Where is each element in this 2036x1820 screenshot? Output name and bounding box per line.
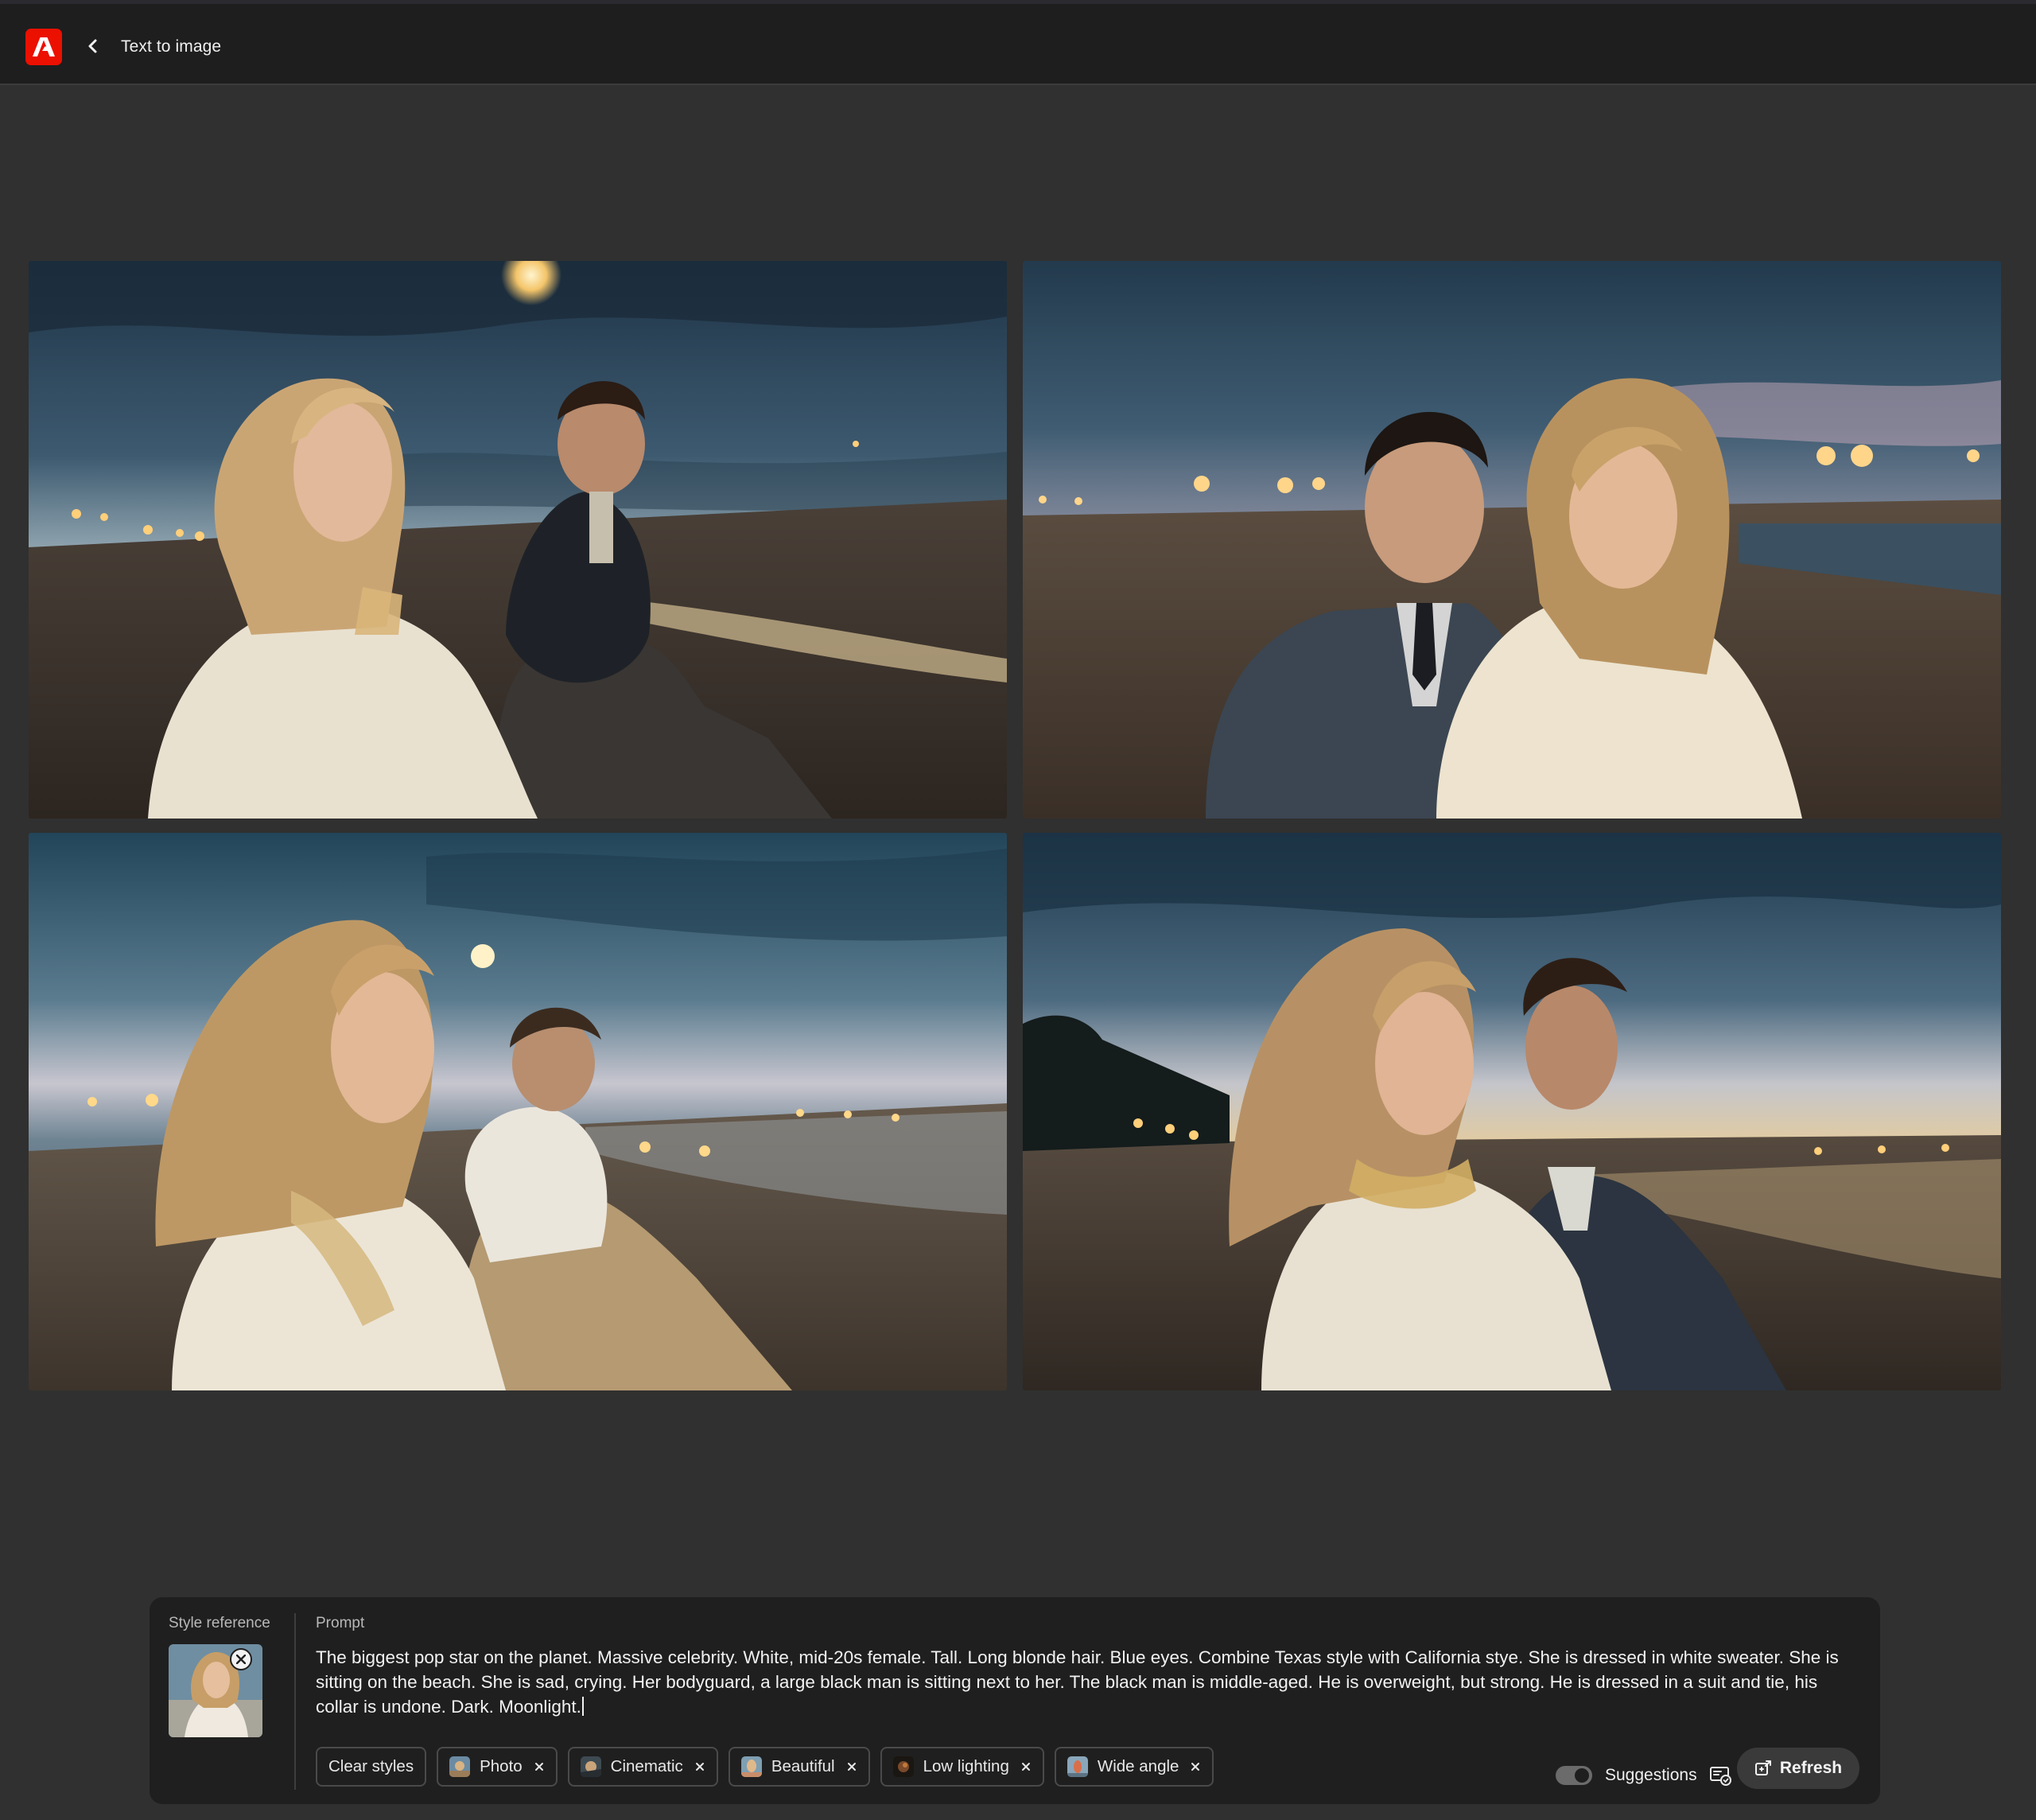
suggestions-toggle[interactable] (1556, 1766, 1592, 1785)
app-header: Text to image (0, 0, 2036, 85)
remove-chip-icon[interactable] (694, 1761, 705, 1772)
clear-styles-button[interactable]: Clear styles (316, 1747, 427, 1787)
beautiful-style-icon (740, 1756, 762, 1777)
style-reference-label: Style reference (169, 1615, 270, 1631)
remove-chip-icon[interactable] (534, 1761, 545, 1772)
chip-label: Beautiful (771, 1757, 835, 1775)
suggestions-settings-icon[interactable] (1708, 1764, 1732, 1787)
chip-label: Photo (480, 1757, 523, 1775)
style-chip-photo[interactable]: Photo (437, 1747, 558, 1787)
generated-image-3[interactable] (29, 833, 1007, 1390)
style-chip-wide-angle[interactable]: Wide angle (1054, 1747, 1214, 1787)
generated-image-1[interactable] (29, 261, 1007, 819)
generated-image-2[interactable] (1023, 261, 2001, 819)
style-chip-beautiful[interactable]: Beautiful (728, 1747, 870, 1787)
chip-label: Cinematic (610, 1757, 683, 1775)
suggestions-label: Suggestions (1605, 1766, 1697, 1784)
photo-style-icon (449, 1756, 471, 1777)
cinematic-style-icon (580, 1756, 601, 1777)
prompt-input[interactable]: The biggest pop star on the planet. Mass… (316, 1645, 1843, 1719)
prompt-line: The biggest pop star on the planet. Mass… (316, 1647, 1839, 1667)
remove-chip-icon[interactable] (846, 1761, 857, 1772)
low-lighting-style-icon (892, 1756, 914, 1777)
adobe-logo-icon[interactable] (25, 29, 62, 65)
text-caret (581, 1697, 584, 1716)
prompt-label: Prompt (316, 1615, 365, 1631)
suggestions-control: Suggestions (1556, 1760, 1732, 1791)
style-chip-low-lighting[interactable]: Low lighting (880, 1747, 1044, 1787)
remove-chip-icon[interactable] (1190, 1761, 1201, 1772)
prompt-line: collar is undone. Dark. Moonlight. (316, 1697, 581, 1717)
refresh-button[interactable]: Refresh (1737, 1748, 1859, 1789)
chevron-left-icon (88, 39, 97, 53)
remove-style-reference-button[interactable] (230, 1648, 252, 1670)
clear-styles-label: Clear styles (328, 1757, 414, 1775)
chip-label: Low lighting (923, 1757, 1009, 1775)
refresh-icon (1754, 1760, 1771, 1775)
remove-chip-icon[interactable] (1020, 1761, 1032, 1772)
back-button[interactable] (83, 34, 103, 58)
toggle-knob (1575, 1768, 1589, 1783)
close-icon (236, 1655, 246, 1664)
refresh-label: Refresh (1779, 1759, 1843, 1777)
style-chips: Clear styles Photo Cinematic Beautiful L… (316, 1747, 1214, 1787)
style-chip-cinematic[interactable]: Cinematic (567, 1747, 718, 1787)
panel-divider (294, 1613, 296, 1790)
page-title: Text to image (121, 37, 222, 56)
prompt-line: sitting on the beach. She is sad, crying… (316, 1672, 1818, 1692)
wide-angle-style-icon (1067, 1756, 1088, 1777)
prompt-panel: Style reference Prompt The biggest pop s… (150, 1597, 1880, 1804)
generated-image-4[interactable] (1023, 833, 2001, 1390)
chip-label: Wide angle (1097, 1757, 1179, 1775)
